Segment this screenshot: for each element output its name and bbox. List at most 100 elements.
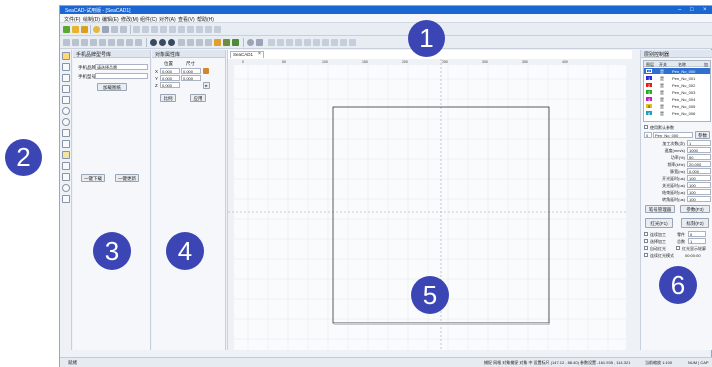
param-f3-button[interactable]: 参数(F3)	[680, 205, 710, 213]
same-size-icon[interactable]	[126, 39, 133, 46]
curve-icon[interactable]	[214, 39, 221, 46]
x-position-input[interactable]: 0.000	[160, 68, 180, 74]
group-icon[interactable]	[135, 39, 142, 46]
polygon-tool-icon[interactable]	[62, 129, 70, 137]
node-3-icon[interactable]	[286, 39, 293, 46]
fill-icon[interactable]	[187, 39, 194, 46]
brand-select[interactable]: 请选择品牌	[95, 64, 148, 70]
node-9-icon[interactable]	[340, 39, 347, 46]
param-input[interactable]: 100	[687, 189, 711, 195]
param-input[interactable]: 50	[687, 154, 711, 160]
refresh-icon[interactable]	[187, 26, 194, 33]
layer-row[interactable]: 1 是 Pen_No_001	[644, 75, 710, 81]
undo-icon[interactable]	[133, 26, 140, 33]
zoom-out-icon[interactable]	[160, 26, 167, 33]
triangle-icon[interactable]	[232, 39, 239, 46]
layer-icon[interactable]	[223, 39, 230, 46]
total-input[interactable]: 1	[688, 238, 706, 244]
align-bottom-icon[interactable]	[99, 39, 106, 46]
ruler-icon[interactable]	[205, 26, 212, 33]
zoom-window-icon[interactable]	[178, 26, 185, 33]
anchor-button[interactable]: ▸	[203, 82, 210, 89]
menu-modify[interactable]: 修改(M)	[121, 16, 139, 23]
cut-icon[interactable]	[102, 26, 109, 33]
lock-ratio-icon[interactable]	[203, 68, 209, 74]
node-2-icon[interactable]	[277, 39, 284, 46]
continuous-red-checkbox[interactable]	[644, 253, 648, 257]
image-tool-icon[interactable]	[62, 162, 70, 170]
weld-icon[interactable]	[205, 39, 212, 46]
menu-view[interactable]: 查看(V)	[178, 16, 195, 23]
rectangle-tool-icon[interactable]	[62, 96, 70, 104]
parts-input[interactable]: 0	[688, 231, 706, 237]
redo-icon[interactable]	[142, 26, 149, 33]
node-edit-icon[interactable]	[62, 63, 70, 71]
grid-icon[interactable]	[196, 26, 203, 33]
settings-icon[interactable]	[93, 26, 100, 33]
zoom-fit-icon[interactable]	[169, 26, 176, 33]
select-tool-icon[interactable]	[62, 52, 70, 60]
eye-icon[interactable]	[247, 39, 254, 46]
load-drawing-button[interactable]: 加载图纸	[97, 83, 127, 91]
timer-tool-icon[interactable]	[62, 184, 70, 192]
red-outline-checkbox[interactable]	[676, 246, 680, 250]
mark-button[interactable]: 标刻(F2)	[681, 218, 709, 228]
node-1-icon[interactable]	[268, 39, 275, 46]
x-size-input[interactable]: 0.000	[181, 68, 201, 74]
menu-help[interactable]: 帮助(H)	[197, 16, 214, 23]
polyline-tool-icon[interactable]	[62, 85, 70, 93]
align-right-icon[interactable]	[81, 39, 88, 46]
stop-icon[interactable]	[168, 39, 175, 46]
node-8-icon[interactable]	[331, 39, 338, 46]
y-position-input[interactable]: 0.000	[160, 75, 180, 81]
auto-red-light-checkbox[interactable]	[644, 246, 648, 250]
array-icon[interactable]	[178, 39, 185, 46]
param-input[interactable]: 1	[687, 140, 711, 146]
pen-index-input[interactable]: 0	[644, 132, 652, 138]
continuous-process-checkbox[interactable]	[644, 232, 648, 236]
line-tool-icon[interactable]	[62, 74, 70, 82]
paste-icon[interactable]	[120, 26, 127, 33]
layer-row[interactable]: 5 是 Pen_No_005	[644, 103, 710, 109]
select-process-checkbox[interactable]	[644, 239, 648, 243]
copy-icon[interactable]	[111, 26, 118, 33]
layer-row[interactable]: 6 是 Pen_No_006	[644, 110, 710, 116]
param-input[interactable]: 100	[687, 175, 711, 181]
layer-row[interactable]: 0 是 Pen_No_000	[644, 68, 710, 74]
move-icon[interactable]	[63, 39, 70, 46]
pen-param-button[interactable]: 参数	[695, 131, 710, 139]
extend-tool-icon[interactable]	[62, 195, 70, 203]
align-left-icon[interactable]	[72, 39, 79, 46]
default-param-checkbox[interactable]	[644, 125, 648, 129]
param-input[interactable]: 20.000	[687, 161, 711, 167]
download-all-button[interactable]: 一键下载	[81, 174, 105, 182]
update-all-button[interactable]: 一键更新	[115, 174, 139, 182]
open-folder-icon[interactable]	[72, 26, 79, 33]
model-select[interactable]	[95, 73, 148, 79]
layer-row[interactable]: 3 是 Pen_No_003	[644, 89, 710, 95]
circle-tool-icon[interactable]	[62, 107, 70, 115]
align-center-icon[interactable]	[108, 39, 115, 46]
node-4-icon[interactable]	[295, 39, 302, 46]
text-tool-icon[interactable]	[62, 140, 70, 148]
layer-row[interactable]: 4 是 Pen_No_004	[644, 96, 710, 102]
node-5-icon[interactable]	[304, 39, 311, 46]
apply-button[interactable]: 应用	[190, 94, 206, 102]
menu-draw[interactable]: 绘制(D)	[83, 16, 100, 23]
barcode-tool-icon[interactable]	[62, 151, 70, 159]
param-input[interactable]: 1000	[687, 147, 711, 153]
maximize-button[interactable]: □	[690, 6, 694, 14]
scale-button[interactable]: 比例	[160, 94, 176, 102]
help-icon[interactable]	[214, 26, 221, 33]
close-button[interactable]: ×	[703, 6, 707, 14]
z-position-input[interactable]: 0.000	[160, 82, 180, 88]
pen-name-input[interactable]: Pen_No_000	[653, 132, 693, 138]
layer-on[interactable]: 是	[660, 111, 664, 117]
node-10-icon[interactable]	[349, 39, 356, 46]
save-icon[interactable]	[81, 26, 88, 33]
y-size-input[interactable]: 0.000	[181, 75, 201, 81]
bezier-icon[interactable]	[256, 39, 263, 46]
menu-edit[interactable]: 编辑(E)	[102, 16, 119, 23]
pen-manager-button[interactable]: 笔号管理器	[645, 205, 675, 213]
vector-tool-icon[interactable]	[62, 173, 70, 181]
